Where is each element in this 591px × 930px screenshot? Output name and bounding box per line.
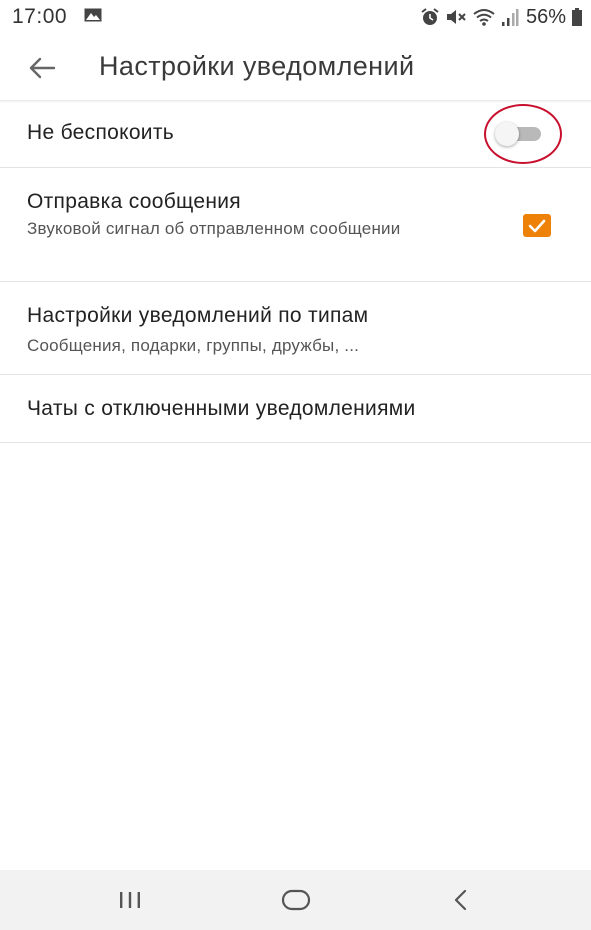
send-message-checkbox[interactable] xyxy=(523,214,551,237)
alarm-icon xyxy=(421,8,439,25)
signal-icon xyxy=(501,9,519,26)
setting-title: Чаты с отключенными уведомлениями xyxy=(27,397,416,420)
setting-send-message[interactable]: Отправка сообщения Звуковой сигнал об от… xyxy=(0,168,591,282)
setting-title: Не беспокоить xyxy=(27,121,174,144)
back-button[interactable] xyxy=(18,46,66,90)
checkmark-icon xyxy=(528,219,546,232)
recents-icon xyxy=(120,892,140,908)
setting-do-not-disturb[interactable]: Не беспокоить xyxy=(0,101,591,168)
do-not-disturb-toggle[interactable] xyxy=(495,122,547,146)
status-time: 17:00 xyxy=(12,5,68,28)
toggle-thumb xyxy=(495,122,519,146)
arrow-left-icon xyxy=(29,57,56,79)
status-icons: 56% xyxy=(420,5,583,29)
gallery-icon xyxy=(84,8,102,22)
recents-button[interactable] xyxy=(100,882,160,918)
setting-muted-chats[interactable]: Чаты с отключенными уведомлениями xyxy=(0,375,591,443)
page-title: Настройки уведомлений xyxy=(99,51,415,81)
battery-icon xyxy=(572,8,582,26)
setting-subtitle: Звуковой сигнал об отправленном сообщени… xyxy=(27,219,401,238)
mute-icon xyxy=(446,10,466,24)
setting-title: Настройки уведомлений по типам xyxy=(27,304,369,327)
status-bar: 17:00 56% xyxy=(0,0,591,36)
battery-percentage: 56% xyxy=(525,5,566,28)
settings-list: Не беспокоить Отправка сообщения Звуково… xyxy=(0,101,591,443)
back-icon xyxy=(454,889,467,911)
app-bar: Настройки уведомлений xyxy=(0,36,591,100)
system-nav-bar xyxy=(0,870,591,930)
wifi-icon xyxy=(473,9,495,26)
setting-title: Отправка сообщения xyxy=(27,190,241,213)
setting-subtitle: Сообщения, подарки, группы, дружбы, ... xyxy=(27,336,360,355)
setting-notification-types[interactable]: Настройки уведомлений по типам Сообщения… xyxy=(0,282,591,375)
home-button[interactable] xyxy=(266,882,326,918)
home-icon xyxy=(281,889,311,911)
system-back-button[interactable] xyxy=(431,882,491,918)
